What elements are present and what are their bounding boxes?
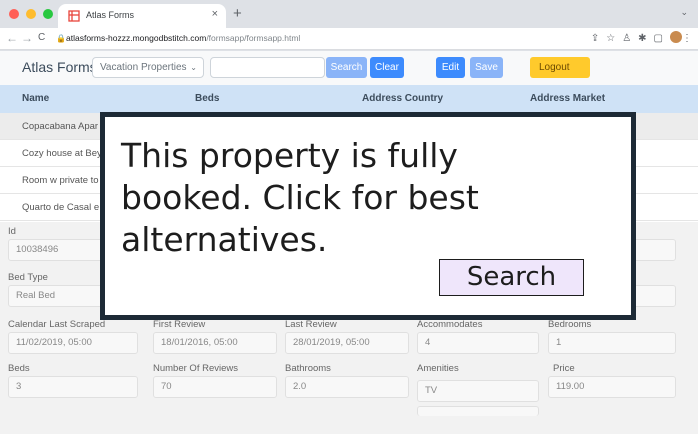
- app-header: Atlas Forms Vacation Properties ⌄ Search…: [0, 51, 698, 85]
- atlas-forms-favicon-icon: [68, 10, 80, 22]
- bed-type-label: Bed Type: [8, 272, 48, 283]
- first-review-label: First Review: [153, 319, 206, 330]
- table-cell: Quarto de Casal e: [22, 202, 100, 213]
- beds-label: Beds: [8, 363, 30, 374]
- number-of-reviews-label: Number Of Reviews: [153, 363, 238, 374]
- popup-message: This property is fully booked. Click for…: [121, 136, 479, 259]
- forward-icon[interactable]: →: [21, 31, 33, 45]
- app-brand: Atlas Forms: [22, 59, 97, 75]
- tab-close-icon[interactable]: ×: [212, 8, 218, 20]
- popup-search-button[interactable]: Search: [439, 259, 584, 296]
- clear-button[interactable]: Clear: [370, 57, 404, 78]
- table-header: Name Beds Address Country Address Market: [0, 85, 698, 113]
- search-input[interactable]: [210, 57, 325, 78]
- column-header-address-country[interactable]: Address Country: [362, 93, 443, 104]
- booking-popup[interactable]: This property is fully booked. Click for…: [100, 112, 636, 320]
- column-header-address-market[interactable]: Address Market: [530, 93, 605, 104]
- accommodates-field[interactable]: 4: [417, 332, 539, 354]
- bookmark-star-icon[interactable]: ☆: [606, 33, 622, 44]
- back-icon[interactable]: ←: [6, 31, 18, 45]
- collection-select-value: Vacation Properties: [100, 62, 187, 73]
- menu-icon[interactable]: ⋮: [682, 33, 692, 44]
- amenities-field-next[interactable]: [417, 406, 539, 416]
- table-cell: Copacabana Apar: [22, 121, 99, 132]
- price-label: Price: [553, 363, 575, 374]
- search-button[interactable]: Search: [326, 57, 367, 78]
- bathrooms-field[interactable]: 2.0: [285, 376, 409, 398]
- new-tab-icon[interactable]: +: [233, 5, 242, 22]
- id-label: Id: [8, 226, 16, 237]
- bathrooms-label: Bathrooms: [285, 363, 331, 374]
- share-icon[interactable]: ⇪: [591, 33, 606, 44]
- browser-window: Atlas Forms × + ⌄ ← → C 🔒atlasforms-hozz…: [0, 0, 698, 434]
- url-host: atlasforms-hozzz.mongodbstitch.com: [66, 33, 207, 43]
- amenities-label: Amenities: [417, 363, 459, 374]
- tab-strip: Atlas Forms × + ⌄: [0, 0, 698, 28]
- url-path: /formsapp/formsapp.html: [206, 33, 301, 43]
- column-header-beds[interactable]: Beds: [195, 93, 219, 104]
- toolbar-icons: ⇪☆♙✱▢ ⋮: [591, 31, 692, 44]
- sidebar-icon[interactable]: ▢: [654, 33, 670, 44]
- amenities-field[interactable]: TV: [417, 380, 539, 402]
- puzzle-icon[interactable]: ✱: [638, 33, 653, 44]
- browser-toolbar: ← → C 🔒atlasforms-hozzz.mongodbstitch.co…: [0, 28, 698, 50]
- table-cell: Room w private to: [22, 175, 99, 186]
- price-field[interactable]: 119.00: [548, 376, 676, 398]
- tab-title: Atlas Forms: [86, 10, 135, 20]
- minimize-window-button[interactable]: [26, 9, 36, 19]
- address-bar[interactable]: 🔒atlasforms-hozzz.mongodbstitch.com/form…: [56, 30, 356, 47]
- calendar-last-scraped-field[interactable]: 11/02/2019, 05:00: [8, 332, 138, 354]
- profile-avatar[interactable]: [670, 31, 682, 43]
- number-of-reviews-field[interactable]: 70: [153, 376, 277, 398]
- collection-select[interactable]: Vacation Properties ⌄: [92, 57, 204, 78]
- calendar-last-scraped-label: Calendar Last Scraped: [8, 319, 106, 330]
- bedrooms-label: Bedrooms: [548, 319, 592, 330]
- accommodates-label: Accommodates: [417, 319, 483, 330]
- logout-button[interactable]: Logout: [530, 57, 590, 78]
- edit-button[interactable]: Edit: [436, 57, 465, 78]
- beds-field[interactable]: 3: [8, 376, 138, 398]
- tab-search-icon[interactable]: ⌄: [680, 7, 688, 18]
- save-button[interactable]: Save: [470, 57, 503, 78]
- browser-tab[interactable]: Atlas Forms ×: [58, 4, 226, 28]
- extension-icon[interactable]: ♙: [622, 33, 638, 44]
- last-review-field[interactable]: 28/01/2019, 05:00: [285, 332, 409, 354]
- table-cell: Cozy house at Bey: [22, 148, 102, 159]
- bedrooms-field[interactable]: 1: [548, 332, 676, 354]
- last-review-label: Last Review: [285, 319, 337, 330]
- chevron-down-icon: ⌄: [190, 63, 197, 72]
- maximize-window-button[interactable]: [43, 9, 53, 19]
- close-window-button[interactable]: [9, 9, 19, 19]
- column-header-name[interactable]: Name: [22, 93, 49, 104]
- reload-icon[interactable]: C: [38, 32, 45, 43]
- lock-icon: 🔒: [56, 34, 66, 43]
- first-review-field[interactable]: 18/01/2016, 05:00: [153, 332, 277, 354]
